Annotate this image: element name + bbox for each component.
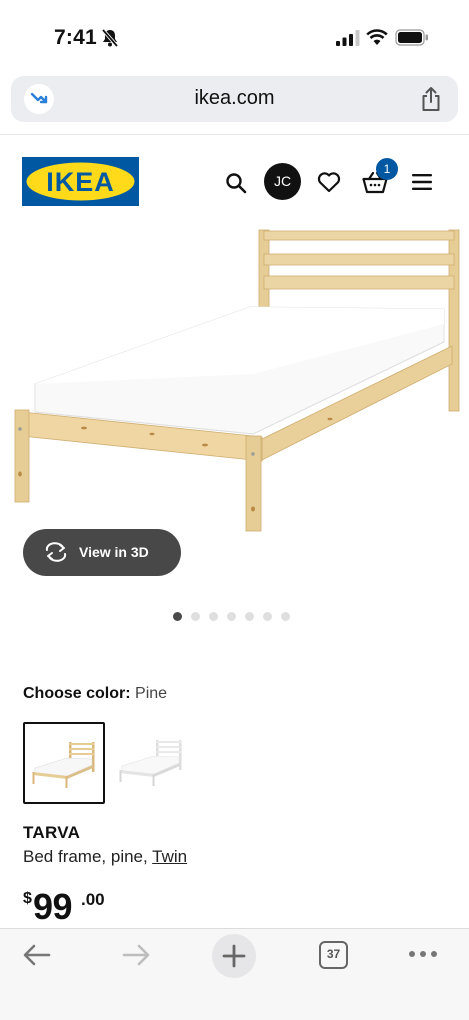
carousel-dot[interactable] — [227, 612, 236, 621]
price-whole: 99 — [33, 886, 73, 927]
image-carousel-indicator — [173, 612, 290, 622]
product-name: TARVA — [23, 823, 81, 842]
ikea-logo[interactable]: IKEA — [22, 157, 139, 206]
divider — [0, 134, 469, 135]
logo-text: IKEA — [46, 167, 115, 197]
logo-graphic: IKEA — [26, 162, 135, 201]
product-image-bed-frame[interactable] — [0, 214, 469, 544]
carousel-dot[interactable] — [263, 612, 272, 621]
price-decimal: .00 — [81, 890, 105, 909]
tabs-overview-button[interactable]: 37 — [319, 941, 348, 969]
product-description-text: Bed frame, pine, — [23, 847, 153, 866]
price-currency: $ — [23, 890, 32, 907]
color-swatch-white[interactable] — [112, 722, 194, 804]
battery-icon — [395, 29, 428, 46]
back-arrow-icon[interactable] — [22, 943, 52, 967]
plus-icon — [222, 944, 246, 968]
more-options-icon[interactable] — [408, 949, 438, 959]
view-in-3d-button[interactable]: View in 3D — [23, 529, 181, 576]
carousel-dot[interactable] — [281, 612, 290, 621]
hamburger-menu-icon[interactable] — [412, 173, 432, 191]
share-icon[interactable] — [420, 86, 442, 112]
choose-color-label: Choose color: — [23, 685, 131, 702]
forward-arrow-icon[interactable] — [121, 943, 151, 967]
favorites-heart-icon[interactable] — [317, 171, 341, 193]
rotate-3d-icon — [45, 542, 67, 562]
carousel-dot[interactable] — [209, 612, 218, 621]
bell-slash-icon — [101, 28, 119, 48]
new-tab-button[interactable] — [212, 934, 256, 978]
cart-count-badge: 1 — [376, 158, 398, 180]
pine-bed-thumbnail — [32, 742, 95, 788]
wifi-icon — [366, 29, 388, 45]
account-avatar-button[interactable]: JC — [264, 163, 301, 200]
carousel-dot[interactable] — [245, 612, 254, 621]
product-size-link[interactable]: Twin — [152, 847, 187, 866]
product-description: Bed frame, pine, Twin — [23, 847, 187, 867]
browser-toolbar: 37 — [0, 928, 469, 1020]
cellular-signal-icon — [336, 30, 360, 46]
color-selector-label: Choose color: Pine — [23, 685, 167, 703]
view-in-3d-label: View in 3D — [79, 544, 149, 560]
selected-color-value: Pine — [135, 685, 168, 702]
carousel-dot[interactable] — [173, 612, 182, 621]
status-time: 7:41 — [54, 26, 97, 49]
search-icon[interactable] — [225, 172, 247, 194]
status-bar: 7:41 — [0, 0, 469, 76]
color-swatch-pine[interactable] — [23, 722, 105, 804]
carousel-dot[interactable] — [191, 612, 200, 621]
url-text[interactable]: ikea.com — [11, 87, 458, 110]
address-bar[interactable]: ikea.com — [11, 76, 458, 122]
white-bed-thumbnail — [119, 740, 182, 786]
